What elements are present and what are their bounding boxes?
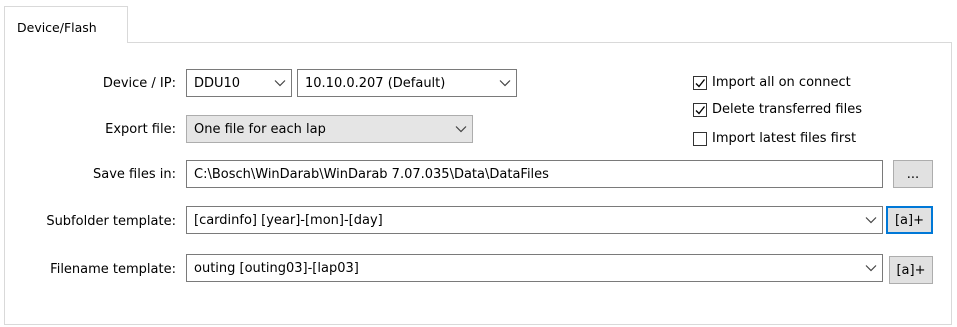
subfolder-template-label: Subfolder template: bbox=[46, 214, 176, 229]
import-latest-files-first-checkbox[interactable]: Import latest files first bbox=[693, 131, 856, 146]
chevron-down-icon bbox=[269, 70, 291, 96]
save-files-in-label: Save files in: bbox=[93, 167, 176, 182]
device-select[interactable]: DDU10 bbox=[186, 69, 292, 97]
device-select-value: DDU10 bbox=[194, 75, 241, 91]
delete-transferred-files-label: Delete transferred files bbox=[712, 102, 862, 117]
chevron-down-icon[interactable] bbox=[860, 207, 882, 233]
subfolder-template-value: [cardinfo] [year]-[mon]-[day] bbox=[194, 212, 383, 228]
browse-button-label: ... bbox=[906, 166, 920, 182]
filename-insert-label: [a]+ bbox=[896, 262, 926, 278]
export-file-select-value: One file for each lap bbox=[194, 121, 326, 137]
tab-label: Device/Flash bbox=[17, 20, 97, 35]
subfolder-insert-placeholder-button[interactable]: [a]+ bbox=[886, 206, 933, 234]
filename-template-value: outing [outing03]-[lap03] bbox=[194, 260, 359, 276]
checkmark-icon bbox=[693, 75, 707, 90]
save-files-in-input[interactable]: C:\Bosch\WinDarab\WinDarab 7.07.035\Data… bbox=[186, 160, 883, 188]
device-ip-label: Device / IP: bbox=[102, 76, 176, 91]
delete-transferred-files-checkbox[interactable]: Delete transferred files bbox=[693, 102, 862, 117]
checkbox-box bbox=[693, 131, 707, 146]
checkmark-icon bbox=[693, 102, 707, 117]
chevron-down-icon[interactable] bbox=[860, 255, 882, 281]
filename-template-input[interactable]: outing [outing03]-[lap03] bbox=[186, 254, 883, 282]
filename-template-label: Filename template: bbox=[50, 262, 176, 277]
chevron-down-icon bbox=[494, 70, 516, 96]
chevron-down-icon bbox=[450, 116, 472, 142]
import-all-on-connect-checkbox[interactable]: Import all on connect bbox=[693, 75, 851, 90]
subfolder-template-input[interactable]: [cardinfo] [year]-[mon]-[day] bbox=[186, 206, 883, 234]
export-file-select[interactable]: One file for each lap bbox=[186, 115, 473, 143]
subfolder-insert-label: [a]+ bbox=[894, 212, 924, 228]
ip-select[interactable]: 10.10.0.207 (Default) bbox=[297, 69, 517, 97]
import-all-on-connect-label: Import all on connect bbox=[712, 75, 851, 90]
export-file-label: Export file: bbox=[105, 122, 176, 137]
ip-select-value: 10.10.0.207 (Default) bbox=[305, 75, 446, 91]
tab-device-flash[interactable]: Device/Flash bbox=[4, 6, 128, 43]
import-latest-files-first-label: Import latest files first bbox=[712, 131, 857, 146]
filename-insert-placeholder-button[interactable]: [a]+ bbox=[889, 256, 933, 284]
browse-button[interactable]: ... bbox=[893, 160, 933, 188]
save-files-in-value: C:\Bosch\WinDarab\WinDarab 7.07.035\Data… bbox=[194, 166, 549, 182]
